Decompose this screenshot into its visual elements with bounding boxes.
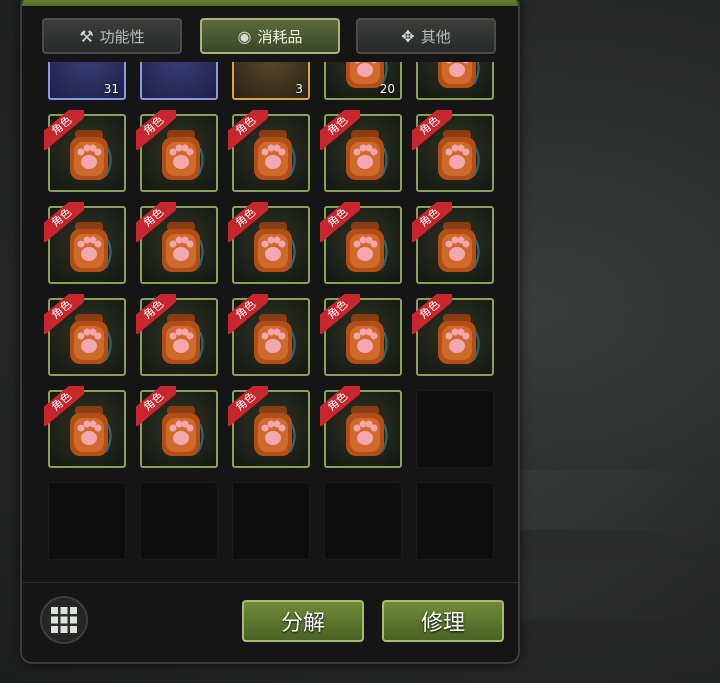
character-bound-badge: 角色 xyxy=(44,386,84,426)
badge-label: 角色 xyxy=(412,294,452,334)
inventory-slot[interactable]: 角色 xyxy=(320,386,402,468)
repair-label: 修理 xyxy=(420,611,465,636)
decompose-button[interactable]: 分解 xyxy=(242,600,364,642)
character-bound-badge: 角色 xyxy=(412,294,452,334)
grid-icon xyxy=(51,607,77,633)
character-bound-badge: 角色 xyxy=(320,110,360,150)
character-bound-badge: 角色 xyxy=(228,386,268,426)
inventory-slot[interactable]: 角色 xyxy=(320,294,402,376)
badge-label: 角色 xyxy=(320,110,360,150)
badge-label: 角色 xyxy=(44,202,84,242)
badge-label: 角色 xyxy=(228,110,268,150)
item-count: 31 xyxy=(103,82,119,96)
pet-backpack-icon xyxy=(438,62,480,88)
tab-functional[interactable]: ⚒ 功能性 xyxy=(42,18,182,54)
character-bound-badge: 角色 xyxy=(136,110,176,150)
badge-label: 角色 xyxy=(136,110,176,150)
character-bound-badge: 角色 xyxy=(136,294,176,334)
inventory-panel: ⚒ 功能性 ◉ 消耗品 ✥ 其他 31 3 20 角色 角色 角色 角色 角色 … xyxy=(20,0,520,664)
misc-icon: ✥ xyxy=(401,26,415,46)
badge-label: 角色 xyxy=(44,386,84,426)
divider xyxy=(22,582,518,583)
inventory-slot[interactable]: 角色 xyxy=(136,294,218,376)
hammer-icon: ⚒ xyxy=(79,26,94,46)
inventory-grid: 31 3 20 角色 角色 角色 角色 角色 角色 角色 角色 角色 角色 角色… xyxy=(44,62,500,574)
badge-label: 角色 xyxy=(136,294,176,334)
grid-view-button[interactable] xyxy=(40,596,88,644)
character-bound-badge: 角色 xyxy=(44,110,84,150)
tab-consumables[interactable]: ◉ 消耗品 xyxy=(200,18,340,54)
character-bound-badge: 角色 xyxy=(228,294,268,334)
panel-top-bar xyxy=(22,0,518,6)
inventory-slot[interactable]: 角色 xyxy=(136,386,218,468)
inventory-slot[interactable]: 角色 xyxy=(44,294,126,376)
repair-button[interactable]: 修理 xyxy=(382,600,504,642)
inventory-slot[interactable]: 角色 xyxy=(320,202,402,284)
inventory-slot[interactable]: 角色 xyxy=(228,202,310,284)
badge-label: 角色 xyxy=(44,294,84,334)
character-bound-badge: 角色 xyxy=(412,110,452,150)
character-bound-badge: 角色 xyxy=(320,294,360,334)
badge-label: 角色 xyxy=(320,202,360,242)
inventory-slot[interactable]: 角色 xyxy=(320,110,402,192)
tab-consumables-label: 消耗品 xyxy=(257,27,303,46)
character-bound-badge: 角色 xyxy=(136,386,176,426)
inventory-slot[interactable]: 角色 xyxy=(228,110,310,192)
inventory-slot[interactable]: 角色 xyxy=(228,386,310,468)
badge-label: 角色 xyxy=(320,294,360,334)
inventory-slot[interactable]: 3 xyxy=(232,62,310,100)
inventory-slot[interactable]: 角色 xyxy=(136,202,218,284)
category-tabs: ⚒ 功能性 ◉ 消耗品 ✥ 其他 xyxy=(42,18,498,56)
inventory-slot[interactable]: 角色 xyxy=(44,202,126,284)
inventory-slot[interactable]: 角色 xyxy=(412,110,494,192)
empty-slot[interactable] xyxy=(416,482,494,560)
inventory-slot[interactable]: 20 xyxy=(324,62,402,100)
character-bound-badge: 角色 xyxy=(136,202,176,242)
character-bound-badge: 角色 xyxy=(228,202,268,242)
character-bound-badge: 角色 xyxy=(320,386,360,426)
potion-icon: ◉ xyxy=(237,26,252,46)
inventory-slot[interactable]: 角色 xyxy=(228,294,310,376)
decompose-label: 分解 xyxy=(280,611,325,636)
tab-other[interactable]: ✥ 其他 xyxy=(356,18,496,54)
badge-label: 角色 xyxy=(412,110,452,150)
empty-slot[interactable] xyxy=(140,482,218,560)
badge-label: 角色 xyxy=(412,202,452,242)
empty-slot[interactable] xyxy=(416,390,494,468)
badge-label: 角色 xyxy=(228,386,268,426)
character-bound-badge: 角色 xyxy=(228,110,268,150)
inventory-slot[interactable]: 角色 xyxy=(44,110,126,192)
inventory-slot[interactable]: 角色 xyxy=(412,294,494,376)
inventory-slot[interactable]: 31 xyxy=(48,62,126,100)
badge-label: 角色 xyxy=(320,386,360,426)
inventory-slot[interactable]: 角色 xyxy=(44,386,126,468)
inventory-slot[interactable] xyxy=(416,62,494,100)
empty-slot[interactable] xyxy=(48,482,126,560)
badge-label: 角色 xyxy=(136,202,176,242)
inventory-slot[interactable]: 角色 xyxy=(412,202,494,284)
inventory-slot[interactable]: 角色 xyxy=(136,110,218,192)
badge-label: 角色 xyxy=(136,386,176,426)
empty-slot[interactable] xyxy=(324,482,402,560)
character-bound-badge: 角色 xyxy=(44,294,84,334)
character-bound-badge: 角色 xyxy=(412,202,452,242)
badge-label: 角色 xyxy=(44,110,84,150)
empty-slot[interactable] xyxy=(232,482,310,560)
badge-label: 角色 xyxy=(228,202,268,242)
badge-label: 角色 xyxy=(228,294,268,334)
inventory-slot[interactable] xyxy=(140,62,218,100)
character-bound-badge: 角色 xyxy=(320,202,360,242)
tab-other-label: 其他 xyxy=(420,27,451,46)
item-count: 3 xyxy=(295,82,303,96)
tab-functional-label: 功能性 xyxy=(99,27,145,46)
character-bound-badge: 角色 xyxy=(44,202,84,242)
item-count: 20 xyxy=(379,82,395,96)
